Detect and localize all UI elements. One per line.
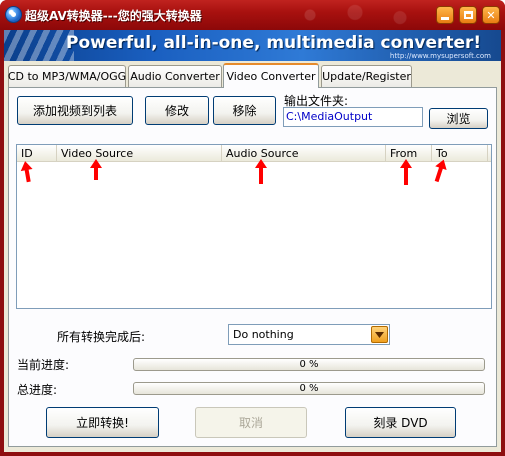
dropdown-button[interactable]	[371, 326, 388, 343]
modify-button[interactable]: 修改	[145, 96, 209, 125]
tab-update-register[interactable]: Update/Register	[321, 65, 412, 87]
total-progress-text: 0 %	[299, 383, 319, 394]
after-done-select[interactable]: Do nothing	[228, 324, 390, 345]
tab-audio-converter[interactable]: Audio Converter	[128, 65, 222, 87]
annotation-arrow-icon	[255, 159, 267, 184]
column-video-source[interactable]: Video Source	[57, 145, 222, 162]
convert-now-button[interactable]: 立即转换!	[46, 407, 159, 438]
banner-slogan: Powerful, all-in-one, multimedia convert…	[66, 33, 482, 53]
current-progress-text: 0 %	[299, 359, 319, 370]
current-progress-bar: 0 %	[133, 358, 485, 371]
browse-button[interactable]: 浏览	[429, 108, 488, 129]
current-progress-label: 当前进度:	[17, 358, 70, 372]
maximize-icon	[463, 11, 473, 19]
add-video-button[interactable]: 添加视频到列表	[17, 96, 133, 125]
title-decoration	[280, 2, 430, 28]
video-converter-tab-content: 添加视频到列表 修改 移除 输出文件夹: C:\MediaOutput 浏览 I…	[8, 87, 497, 447]
annotation-arrow-icon	[434, 159, 447, 183]
chevron-down-icon	[375, 331, 384, 338]
annotation-arrow-icon	[90, 159, 102, 180]
title-bar[interactable]: 超级AV转换器---您的强大转换器 ✕	[0, 0, 505, 30]
annotation-arrow-icon	[400, 159, 412, 185]
tab-cd-to-mp3[interactable]: CD to MP3/WMA/OGG	[8, 65, 126, 87]
video-list[interactable]: ID Video Source Audio Source From To	[16, 144, 492, 309]
minimize-button[interactable]	[436, 6, 454, 24]
cancel-button[interactable]: 取消	[195, 407, 307, 438]
burn-dvd-button[interactable]: 刻录 DVD	[345, 407, 456, 438]
after-done-selected: Do nothing	[233, 328, 294, 341]
close-icon: ✕	[486, 8, 496, 22]
output-folder-field[interactable]: C:\MediaOutput	[283, 107, 423, 127]
column-id[interactable]: ID	[17, 145, 57, 162]
window-title: 超级AV转换器---您的强大转换器	[25, 9, 202, 23]
after-done-label: 所有转换完成后:	[57, 330, 146, 344]
app-window: 超级AV转换器---您的强大转换器 ✕ Powerful, all-in-one…	[0, 0, 505, 456]
main-panel: CD to MP3/WMA/OGG Audio Converter Video …	[4, 61, 501, 452]
remove-button[interactable]: 移除	[213, 96, 276, 125]
total-progress-bar: 0 %	[133, 382, 485, 395]
minimize-icon	[441, 16, 449, 20]
maximize-button[interactable]	[459, 6, 477, 24]
app-icon[interactable]	[5, 6, 22, 23]
banner-url: http://www.mysupersoft.com	[389, 52, 491, 60]
total-progress-label: 总进度:	[17, 383, 58, 397]
annotation-arrow-icon	[20, 161, 33, 183]
banner-stripes	[4, 30, 74, 61]
column-audio-source[interactable]: Audio Source	[222, 145, 386, 162]
close-button[interactable]: ✕	[482, 6, 500, 24]
banner: Powerful, all-in-one, multimedia convert…	[4, 30, 501, 61]
tab-video-converter[interactable]: Video Converter	[223, 63, 319, 88]
